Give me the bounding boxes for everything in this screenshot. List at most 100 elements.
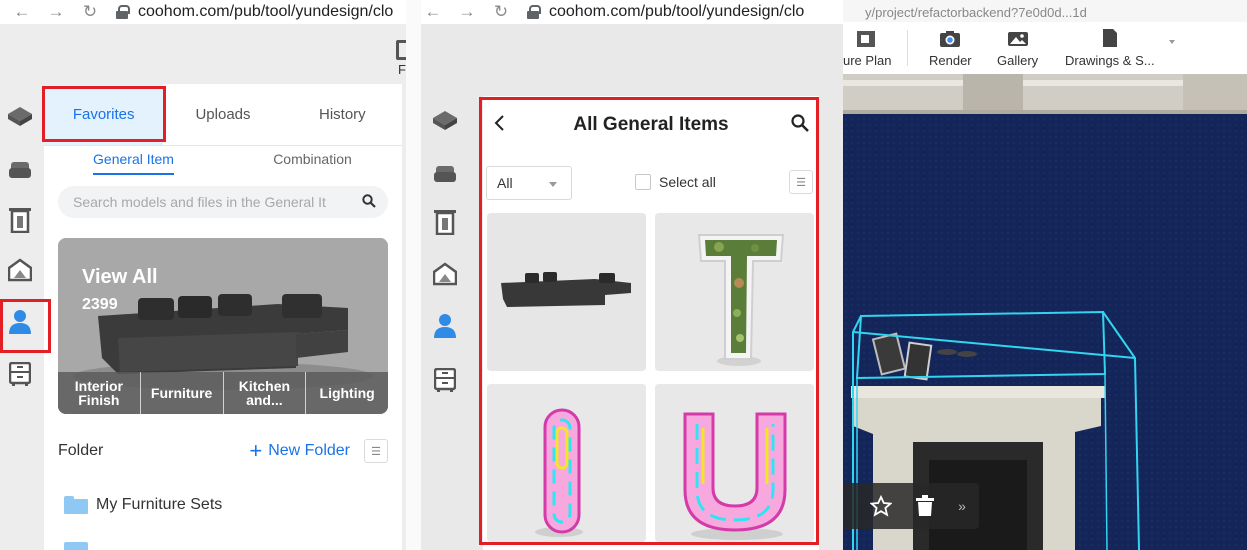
tool-gallery[interactable]: Gallery bbox=[997, 22, 1038, 74]
folder-label: Folder bbox=[58, 442, 104, 459]
model-library-icon[interactable] bbox=[6, 102, 34, 130]
category-furniture[interactable]: Furniture bbox=[141, 372, 224, 414]
sort-icon[interactable]: ☰ bbox=[364, 439, 388, 463]
forward-arrow-icon[interactable]: → bbox=[455, 2, 479, 22]
model-card-sofa[interactable] bbox=[487, 213, 646, 371]
sort-icon[interactable]: ☰ bbox=[789, 170, 813, 194]
reload-icon[interactable]: ↻ bbox=[78, 2, 102, 22]
floating-action-bar: » bbox=[843, 483, 979, 529]
model-library-icon[interactable] bbox=[431, 106, 459, 134]
sub-tabs: General Item Combination bbox=[44, 149, 402, 181]
door-icon[interactable] bbox=[6, 206, 34, 234]
tab-uploads[interactable]: Uploads bbox=[163, 84, 282, 145]
new-folder-button[interactable]: + New Folder bbox=[249, 438, 350, 463]
drag-handle[interactable] bbox=[843, 483, 859, 529]
category-bar: Interior Finish Furniture Kitchen and...… bbox=[58, 372, 388, 414]
search-input[interactable]: Search models and files in the General I… bbox=[58, 186, 388, 218]
subtab-general-item[interactable]: General Item bbox=[44, 149, 223, 181]
filter-row: All Select all ☰ bbox=[483, 166, 819, 202]
folder-icon bbox=[64, 496, 88, 514]
3d-viewport[interactable] bbox=[843, 74, 1247, 550]
lock-icon bbox=[116, 5, 130, 19]
back-arrow-icon[interactable]: ← bbox=[421, 2, 445, 22]
tool-floor-plan[interactable]: ure Plan bbox=[843, 22, 891, 74]
expand-chevron-icon[interactable]: » bbox=[947, 483, 977, 529]
cabinet-icon[interactable] bbox=[6, 360, 34, 388]
reload-icon[interactable]: ↻ bbox=[489, 2, 513, 22]
pane-separator bbox=[406, 0, 421, 550]
model-card-letter-t[interactable] bbox=[655, 213, 814, 371]
partial-toolbar-label: F bbox=[398, 62, 406, 77]
select-all-label: Select all bbox=[659, 174, 716, 190]
house-ai-icon[interactable] bbox=[6, 256, 34, 284]
favorite-star-icon[interactable] bbox=[859, 483, 903, 529]
tool-render[interactable]: Render bbox=[929, 22, 972, 74]
view-all-card[interactable]: View All 2399 Interior Finish Furniture … bbox=[58, 238, 388, 414]
back-chevron-icon[interactable] bbox=[493, 114, 505, 138]
house-ai-icon[interactable] bbox=[431, 260, 459, 288]
all-general-items-panel: All General Items All Select all ☰ bbox=[483, 96, 819, 550]
letter-u-thumbnail bbox=[655, 384, 814, 542]
floor-plan-icon bbox=[857, 31, 876, 47]
sofa-icon[interactable] bbox=[6, 156, 34, 184]
user-favorites-icon[interactable] bbox=[6, 308, 34, 336]
lock-icon bbox=[527, 5, 541, 19]
favorites-panel: Favorites Uploads History General Item C… bbox=[44, 84, 402, 550]
browser-url-bar: ← → ↻ coohom.com/pub/tool/yundesign/clo bbox=[421, 0, 843, 24]
tab-favorites[interactable]: Favorites bbox=[44, 84, 164, 145]
toolbar-divider bbox=[907, 30, 908, 66]
subtab-combination[interactable]: Combination bbox=[223, 149, 402, 181]
sofa-thumbnail bbox=[487, 213, 646, 371]
panel-title: All General Items bbox=[573, 114, 729, 135]
forward-arrow-icon[interactable]: → bbox=[44, 2, 68, 22]
partial-toolbar-icon bbox=[396, 40, 406, 60]
user-favorites-icon[interactable] bbox=[431, 312, 459, 340]
middle-screenshot-pane: ← → ↻ coohom.com/pub/tool/yundesign/clo bbox=[421, 0, 843, 550]
right-screenshot-pane: y/project/refactorbackend?7e0d0d...1d ur… bbox=[843, 0, 1247, 550]
panel-tabs: Favorites Uploads History bbox=[44, 84, 402, 146]
model-card-letter-u[interactable] bbox=[655, 384, 814, 542]
new-folder-label: New Folder bbox=[268, 442, 350, 459]
category-kitchen[interactable]: Kitchen and... bbox=[224, 372, 307, 414]
url-text[interactable]: coohom.com/pub/tool/yundesign/clo bbox=[138, 3, 393, 21]
folder-item-partial bbox=[64, 542, 88, 550]
filter-value: All bbox=[497, 175, 513, 191]
scene-render bbox=[843, 74, 1247, 550]
checkbox-icon bbox=[635, 174, 651, 190]
document-icon bbox=[1102, 29, 1117, 47]
category-lighting[interactable]: Lighting bbox=[306, 372, 388, 414]
view-all-title: View All bbox=[82, 266, 158, 288]
plus-icon: + bbox=[249, 438, 263, 463]
gallery-icon bbox=[1007, 32, 1028, 46]
panel-header: All General Items bbox=[483, 96, 819, 154]
url-text[interactable]: coohom.com/pub/tool/yundesign/clo bbox=[549, 3, 804, 21]
door-icon[interactable] bbox=[431, 208, 459, 236]
view-all-count: 2399 bbox=[82, 296, 118, 313]
chevron-down-icon bbox=[549, 182, 557, 187]
left-screenshot-pane: ← → ↻ coohom.com/pub/tool/yundesign/clo … bbox=[0, 0, 406, 550]
browser-url-bar: ← → ↻ coohom.com/pub/tool/yundesign/clo bbox=[0, 0, 406, 24]
search-icon[interactable] bbox=[791, 114, 809, 138]
top-toolbar: ure Plan Render Gallery Drawings & S... bbox=[843, 22, 1247, 74]
model-card-letter-i[interactable] bbox=[487, 384, 646, 542]
url-text[interactable]: y/project/refactorbackend?7e0d0d...1d bbox=[865, 5, 1087, 20]
category-filter-select[interactable]: All bbox=[486, 166, 572, 200]
folder-item-label: My Furniture Sets bbox=[96, 496, 223, 513]
select-all-checkbox[interactable]: Select all bbox=[635, 174, 716, 190]
letter-i-thumbnail bbox=[487, 384, 646, 542]
category-interior-finish[interactable]: Interior Finish bbox=[58, 372, 141, 414]
browser-url-bar: y/project/refactorbackend?7e0d0d...1d bbox=[843, 0, 1247, 24]
search-placeholder: Search models and files in the General I… bbox=[73, 194, 326, 210]
toolbar-dropdown-caret[interactable] bbox=[1169, 40, 1175, 44]
search-icon[interactable] bbox=[362, 194, 376, 211]
letter-t-thumbnail bbox=[655, 213, 814, 371]
sofa-icon[interactable] bbox=[431, 160, 459, 188]
camera-icon bbox=[940, 31, 961, 47]
folder-item[interactable]: My Furniture Sets bbox=[64, 496, 222, 514]
back-arrow-icon[interactable]: ← bbox=[10, 2, 34, 22]
cabinet-icon[interactable] bbox=[431, 366, 459, 394]
tab-history[interactable]: History bbox=[283, 84, 402, 145]
trash-icon[interactable] bbox=[903, 483, 947, 529]
tool-drawings[interactable]: Drawings & S... bbox=[1065, 22, 1155, 74]
folder-header: Folder + New Folder ☰ bbox=[58, 436, 388, 466]
